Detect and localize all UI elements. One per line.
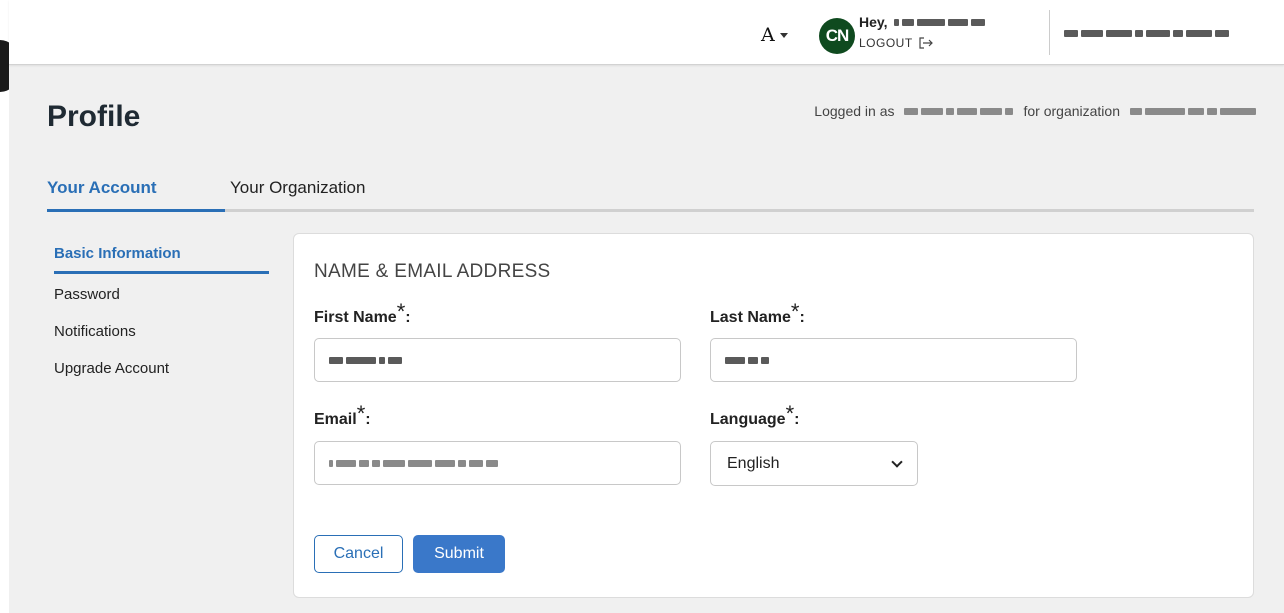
chevron-down-icon	[891, 455, 903, 468]
avatar[interactable]: CN	[819, 18, 855, 54]
tab-your-organization[interactable]: Your Organization	[230, 178, 365, 198]
required-asterisk: *	[790, 299, 800, 324]
redacted-username	[893, 18, 985, 26]
language-label-text: Language	[710, 411, 786, 428]
redacted-user-name	[904, 107, 1014, 115]
cancel-button[interactable]: Cancel	[314, 535, 403, 573]
sidebar-item-notifications[interactable]: Notifications	[54, 321, 269, 358]
first-name-input[interactable]	[314, 338, 681, 382]
email-label-text: Email	[314, 411, 357, 428]
label-colon: :	[405, 309, 411, 326]
last-name-label: Last Name*:	[710, 299, 805, 328]
sidebar-nav: Basic Information Password Notifications…	[54, 243, 269, 395]
basic-info-card: NAME & EMAIL ADDRESS First Name*: Last N…	[293, 233, 1254, 598]
page-title: Profile	[47, 100, 141, 133]
first-name-label: First Name*:	[314, 299, 411, 328]
caret-down-icon	[779, 32, 788, 38]
app-root: A CN Hey, LOGOUT Profile Logged in as fo	[9, 0, 1284, 613]
label-colon: :	[799, 309, 805, 326]
sidebar-item-password[interactable]: Password	[54, 284, 269, 321]
for-organization-text: for organization	[1023, 103, 1120, 119]
label-colon: :	[794, 411, 800, 428]
user-greeting: Hey,	[859, 14, 985, 30]
logout-label: LOGOUT	[859, 36, 913, 50]
section-title: NAME & EMAIL ADDRESS	[314, 261, 551, 282]
language-select[interactable]: English	[710, 441, 918, 486]
language-label: Language*:	[710, 401, 800, 430]
font-toggle-label: A	[761, 24, 775, 46]
sidebar-item-upgrade-account[interactable]: Upgrade Account	[54, 358, 269, 395]
language-selected-value: English	[727, 454, 780, 472]
first-name-label-text: First Name	[314, 309, 397, 326]
submit-button[interactable]: Submit	[413, 535, 505, 573]
top-header: A CN Hey, LOGOUT	[9, 0, 1284, 65]
label-colon: :	[365, 411, 371, 428]
last-name-label-text: Last Name	[710, 309, 791, 326]
required-asterisk: *	[356, 401, 366, 426]
tab-your-account[interactable]: Your Account	[47, 178, 157, 198]
logout-arrow-icon	[919, 37, 933, 49]
greeting-text: Hey,	[859, 14, 888, 30]
required-asterisk: *	[396, 299, 406, 324]
header-divider	[1049, 10, 1050, 55]
sidebar-item-basic-information[interactable]: Basic Information	[54, 243, 269, 274]
logged-in-prefix: Logged in as	[814, 103, 895, 119]
redacted-last-name	[725, 356, 769, 364]
redacted-email	[329, 459, 498, 467]
redacted-organization-name[interactable]	[1064, 30, 1229, 37]
required-asterisk: *	[785, 401, 795, 426]
logout-link[interactable]: LOGOUT	[859, 36, 933, 50]
email-input[interactable]	[314, 441, 681, 485]
last-name-input[interactable]	[710, 338, 1077, 382]
redacted-organization	[1130, 107, 1256, 115]
logged-in-info: Logged in as for organization	[814, 103, 1256, 119]
profile-tabs: Your Account Your Organization	[47, 176, 1254, 212]
active-tab-indicator	[47, 209, 225, 212]
redacted-first-name	[329, 356, 402, 364]
font-size-toggle[interactable]: A	[761, 24, 788, 46]
email-label: Email*:	[314, 401, 371, 430]
